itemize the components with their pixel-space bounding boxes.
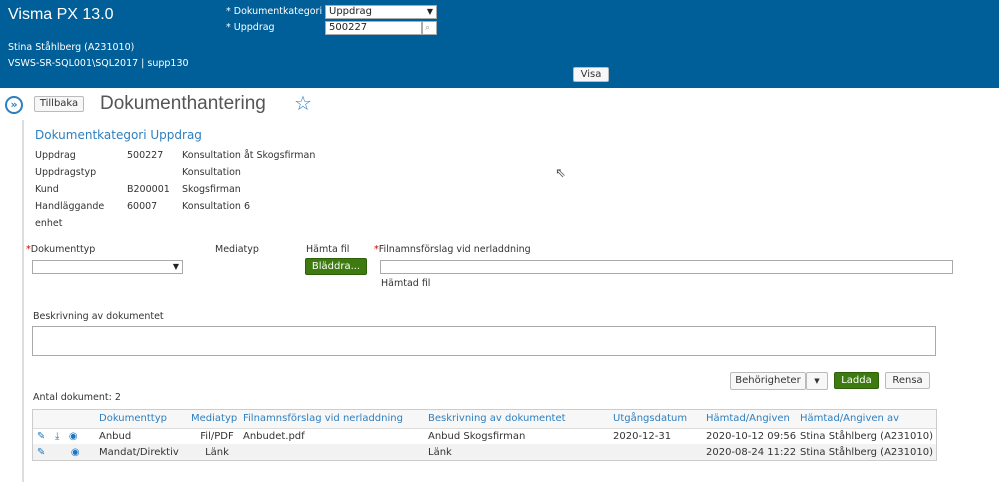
cell-hamtad-av: Stina Ståhlberg (A231010) (800, 430, 933, 442)
divider (22, 120, 24, 482)
behorigheter-button[interactable]: Behörigheter (730, 372, 806, 390)
cell-beskrivning: Länk (428, 444, 613, 460)
edit-pencil-icon[interactable]: ✎ (37, 447, 45, 458)
browse-button[interactable]: Bläddra... (305, 258, 367, 275)
col-dokumenttyp[interactable]: Dokumenttyp (99, 410, 191, 429)
behorigheter-dropdown-icon[interactable]: ▼ (806, 372, 828, 390)
download-icon[interactable]: ⤓ (55, 431, 59, 442)
filnamn-input[interactable] (380, 260, 953, 274)
table-header: Dokumenttyp Mediatyp Filnamnsförslag vid… (33, 410, 936, 429)
ladda-button[interactable]: Ladda (834, 372, 879, 389)
server-info: VSWS-SR-SQL001\SQL2017 | supp130 (8, 58, 189, 69)
cell-typ: Anbud (99, 430, 132, 442)
mediatyp-label: Mediatyp (215, 244, 259, 255)
chevron-down-icon: ▼ (426, 7, 433, 16)
cell-fil (243, 444, 428, 460)
cell-media: Fil/PDF (200, 430, 234, 442)
view-eye-icon[interactable]: ◉ (71, 447, 80, 458)
col-utgangsdatum[interactable]: Utgångsdatum (613, 410, 706, 429)
cell-hamtad-av: Stina Ståhlberg (A231010) (800, 444, 936, 460)
cell-media: Länk (191, 444, 243, 460)
info-row: Kund B200001 Skogsfirman (35, 184, 241, 195)
user-name: Stina Ståhlberg (A231010) (8, 42, 135, 53)
dokumentkategori-select[interactable]: Uppdrag ▼ (325, 5, 437, 19)
uppdrag-input[interactable]: 500227 (325, 21, 422, 35)
app-title: Visma PX 13.0 (8, 6, 114, 23)
cell-utgangsdatum (613, 444, 706, 460)
hamtad-fil-label: Hämtad fil (381, 278, 431, 289)
col-mediatyp[interactable]: Mediatyp (191, 410, 243, 429)
filnamn-label: Filnamnsförslag vid nerladdning (378, 244, 531, 255)
info-heading: Dokumentkategori Uppdrag (35, 128, 202, 142)
beskrivning-textarea[interactable] (32, 326, 936, 356)
app-header: Visma PX 13.0 Stina Ståhlberg (A231010) … (0, 0, 999, 88)
table-row[interactable]: ✎ ⤓ ◉ Anbud Fil/PDF Anbudet.pdf Anbud Sk… (33, 428, 936, 444)
cell-typ: Mandat/Direktiv (99, 444, 191, 460)
info-row: Uppdrag 500227 Konsultation åt Skogsfirman (35, 150, 316, 161)
col-beskrivning[interactable]: Beskrivning av dokumentet (428, 410, 613, 429)
beskrivning-label: Beskrivning av dokumentet (33, 311, 164, 322)
favorite-star-icon[interactable]: ☆ (294, 91, 312, 115)
visa-button[interactable]: Visa (573, 67, 609, 82)
rensa-button[interactable]: Rensa (885, 372, 930, 389)
table-row[interactable]: ✎ ◉ Mandat/Direktiv Länk Länk 2020-08-24… (33, 444, 936, 460)
dokumentkategori-label: Dokumentkategori (233, 6, 323, 17)
info-grid: Uppdrag 500227 Konsultation åt Skogsfirman… (35, 147, 315, 232)
chevron-down-icon: ▼ (172, 262, 179, 271)
info-row: Handläggande enhet 60007 Konsultation 6 (35, 201, 251, 229)
col-hamtad[interactable]: Hämtad/Angiven (706, 410, 800, 429)
cell-fil: Anbudet.pdf (243, 430, 305, 442)
edit-pencil-icon[interactable]: ✎ (37, 431, 45, 442)
cell-beskrivning: Anbud Skogsfirman (428, 430, 526, 442)
required-mark: * (226, 22, 231, 33)
dokumenttyp-label: Dokumenttyp (30, 244, 96, 255)
col-hamtad-av[interactable]: Hämtad/Angiven av (800, 410, 936, 429)
uppdrag-label: Uppdrag (233, 22, 275, 33)
document-count: Antal dokument: 2 (33, 392, 121, 403)
expand-menu-icon[interactable]: » (5, 96, 23, 114)
documents-table: Dokumenttyp Mediatyp Filnamnsförslag vid… (32, 409, 937, 461)
required-mark: * (226, 6, 231, 17)
page-title: Dokumenthantering (100, 93, 266, 114)
dokumenttyp-select[interactable]: ▼ (32, 260, 183, 274)
cell-hamtad: 2020-10-12 09:56 (706, 430, 797, 442)
hamta-fil-label: Hämta fil (306, 244, 350, 255)
search-icon[interactable]: ⌕ (422, 21, 437, 35)
col-filnamn[interactable]: Filnamnsförslag vid nerladdning (243, 410, 428, 429)
back-button[interactable]: Tillbaka (34, 96, 84, 112)
view-eye-icon[interactable]: ◉ (69, 431, 78, 442)
mouse-cursor-icon: ⇖ (555, 166, 566, 181)
info-row: Uppdragstyp Konsultation (35, 167, 241, 178)
cell-hamtad: 2020-08-24 11:22 (706, 444, 800, 460)
cell-utgangsdatum: 2020-12-31 (613, 430, 672, 442)
